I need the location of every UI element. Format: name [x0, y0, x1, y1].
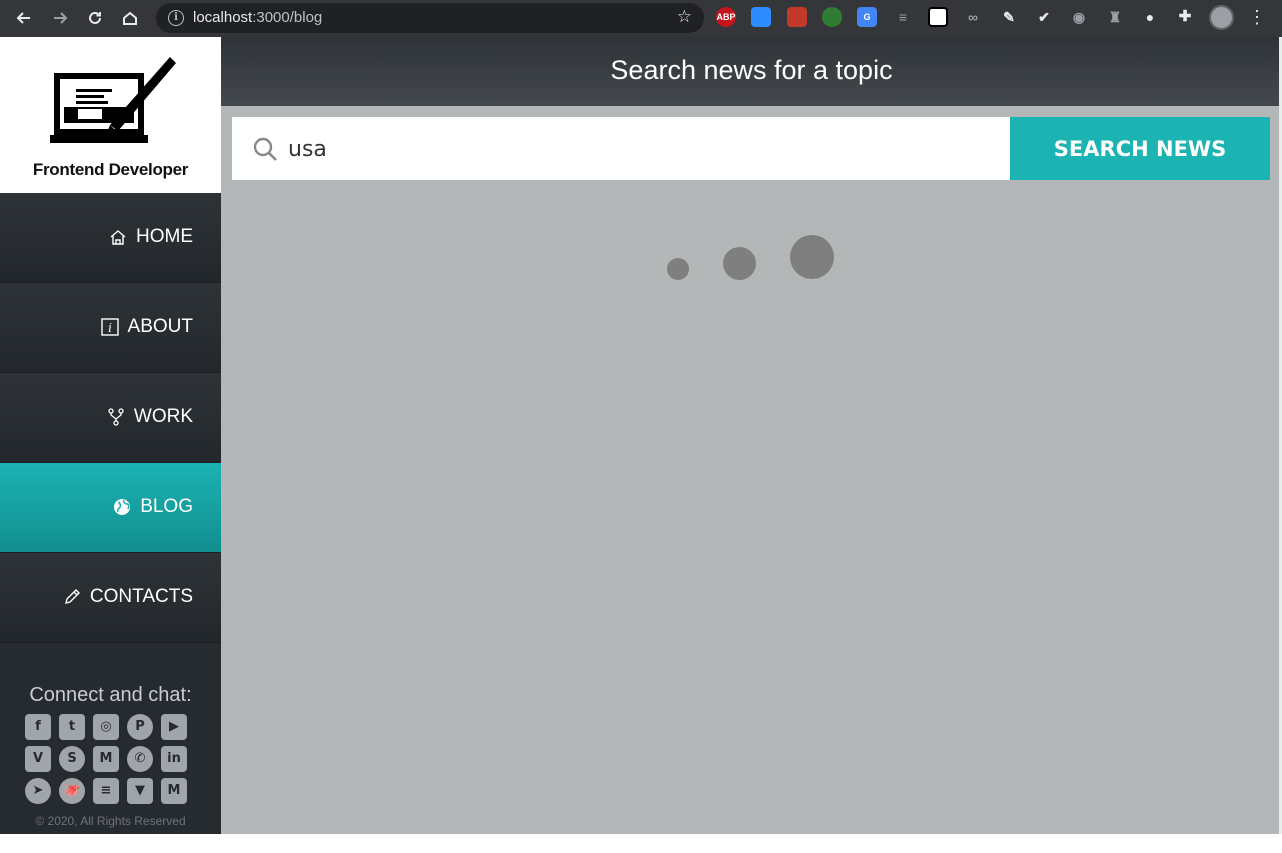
address-bar[interactable]: i localhost:3000/blog ☆ [156, 3, 704, 33]
search-news-button[interactable]: SEARCH NEWS [1010, 117, 1270, 180]
ghost-extension-icon[interactable]: ♜ [1105, 7, 1125, 27]
copyright: © 2020, All Rights Reserved [35, 814, 186, 828]
url-path: :3000/blog [252, 9, 323, 26]
main-content: Search news for a topic SEARCH NEWS [221, 37, 1282, 834]
medium-icon[interactable]: M [161, 778, 187, 804]
home-browser-icon[interactable] [118, 6, 142, 30]
green-circle-icon[interactable] [822, 7, 842, 27]
github-icon[interactable]: 🐙 [59, 778, 85, 804]
sidebar: Frontend Developer HOME i ABOUT WORK BLO… [0, 37, 221, 834]
search-icon [253, 137, 277, 161]
skype-icon[interactable]: S [59, 746, 85, 772]
fork-icon [106, 407, 126, 427]
back-icon[interactable] [12, 6, 36, 30]
pinterest-icon[interactable]: P [127, 714, 153, 740]
info-icon: i [100, 317, 120, 337]
url-text[interactable]: localhost:3000/blog [193, 9, 322, 26]
loading-dot-1 [667, 258, 689, 280]
gmail-icon[interactable]: M [93, 746, 119, 772]
nav-item-home[interactable]: HOME [0, 193, 221, 283]
profile-avatar[interactable] [1209, 5, 1234, 30]
telegram-icon[interactable]: ➤ [25, 778, 51, 804]
page-title: Search news for a topic [610, 55, 893, 85]
camera-icon[interactable]: ◉ [1069, 7, 1089, 27]
browser-toolbar: i localhost:3000/blog ☆ ABP G ≡ ∞ ✎ ✔ ◉ … [0, 0, 1282, 37]
svg-text:i: i [108, 321, 112, 335]
chat-extension-icon[interactable]: ● [1140, 7, 1160, 27]
nav-item-about[interactable]: i ABOUT [0, 283, 221, 373]
bookmark-star-icon[interactable]: ☆ [677, 7, 692, 27]
url-host: localhost [193, 9, 253, 26]
nav-label-blog: BLOG [140, 496, 193, 517]
app: Frontend Developer HOME i ABOUT WORK BLO… [0, 37, 1282, 834]
logo[interactable]: Frontend Developer [0, 37, 221, 193]
bitbucket-icon[interactable]: ▼ [127, 778, 153, 804]
nav-item-work[interactable]: WORK [0, 373, 221, 463]
nav-label-about: ABOUT [127, 316, 193, 337]
twitter-icon[interactable]: t [59, 714, 85, 740]
logo-caption: Frontend Developer [32, 160, 189, 179]
connect-title: Connect and chat: [29, 684, 192, 706]
tab-extension-icon[interactable]: ≡ [893, 7, 913, 27]
check-extension-icon[interactable]: ✔ [1034, 7, 1054, 27]
facebook-icon[interactable]: f [25, 714, 51, 740]
instagram-icon[interactable]: ◎ [93, 714, 119, 740]
forward-icon[interactable] [48, 6, 72, 30]
loading-dot-3 [790, 235, 834, 279]
loading-dot-2 [723, 247, 756, 280]
reload-icon[interactable] [83, 6, 107, 30]
translate-icon[interactable]: G [857, 7, 877, 27]
page-header: Search news for a topic [221, 37, 1282, 106]
site-info-icon[interactable]: i [168, 10, 184, 26]
laptop-pen-logo-icon [50, 57, 176, 143]
pen-extension-icon[interactable]: ✎ [999, 7, 1019, 27]
adblock-icon[interactable]: ABP [716, 7, 736, 27]
youtube-icon[interactable]: ▶ [161, 714, 187, 740]
nav-label-work: WORK [133, 406, 193, 427]
nav-item-contacts[interactable]: CONTACTS [0, 553, 221, 643]
nav-label-contacts: CONTACTS [89, 586, 193, 607]
screenshot-extension-icon[interactable] [928, 7, 948, 27]
linkedin-icon[interactable]: in [161, 746, 187, 772]
zoom-icon[interactable] [751, 7, 771, 27]
red-extension-icon[interactable] [787, 7, 807, 27]
whatsapp-icon[interactable]: ✆ [127, 746, 153, 772]
nav-item-blog[interactable]: BLOG [0, 463, 221, 553]
globe-icon [112, 497, 132, 517]
nav-label-home: HOME [136, 226, 193, 247]
puzzle-icon[interactable]: ✚ [1175, 7, 1195, 27]
link-icon[interactable]: ∞ [963, 7, 983, 27]
home-icon [108, 227, 128, 247]
vimeo-icon[interactable]: V [25, 746, 51, 772]
social-links: f t ◎ P ▶ V S M ✆ in ➤ 🐙 ≡ ▼ M [25, 714, 195, 804]
stackoverflow-icon[interactable]: ≡ [93, 778, 119, 804]
menu-kebab-icon[interactable]: ⋮ [1248, 7, 1266, 27]
search-input[interactable] [288, 131, 988, 167]
pencil-icon [62, 587, 82, 607]
